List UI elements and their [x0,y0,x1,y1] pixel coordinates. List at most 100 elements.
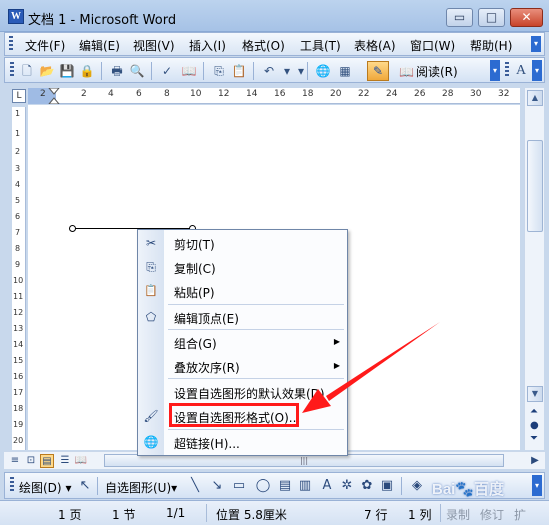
menu-tools[interactable]: 工具(T) [300,37,341,54]
tab-selector[interactable]: L [12,89,26,103]
print-layout-view-icon[interactable]: ▤ [40,454,54,468]
insert-hyperlink-icon[interactable]: 🌐 [315,63,331,79]
open-folder-icon[interactable]: 📂 [39,63,55,79]
new-document-icon[interactable]: 🗋 [19,63,35,79]
indent-marker-icon[interactable] [48,88,60,104]
ruler-number: 6 [15,212,21,221]
status-separator [440,504,441,522]
autoshapes-menu-button[interactable]: 自选图形(U)▾ [105,479,177,496]
menu-item-group[interactable]: 组合(G) ▶ [138,331,347,353]
formatting-overflow-chevron[interactable]: ▾ [532,60,542,81]
wordart-icon[interactable]: A [319,478,335,494]
ruler-number: 8 [164,89,170,99]
maximize-button[interactable]: □ [478,8,505,27]
vertical-scrollbar[interactable]: ▲ ▼ ⏶ ● ⏷ [524,88,544,450]
rectangle-tool-icon[interactable]: ▭ [231,478,247,494]
web-view-icon[interactable]: ⊡ [24,454,38,468]
status-record[interactable]: 录制 [446,506,470,523]
copy-icon[interactable]: ⎘ [211,63,227,79]
normal-view-icon[interactable]: ≡ [8,454,22,468]
ruler-number: 7 [15,228,21,237]
permission-icon[interactable]: 🔒 [79,63,95,79]
vertical-ruler[interactable]: 1 1 2 3 4 5 6 7 8 9 10 11 12 13 14 15 16… [12,107,26,450]
menu-grip-handle[interactable] [9,36,13,52]
menu-item-cut[interactable]: ✂ 剪切(T) [138,232,347,254]
vertical-scroll-thumb[interactable] [527,140,543,232]
scroll-up-button[interactable]: ▲ [527,90,543,106]
menu-item-hyperlink[interactable]: 🌐 超链接(H)... [138,431,347,453]
outline-view-icon[interactable]: ☰ [58,454,72,468]
word-app-icon[interactable]: W [8,9,24,24]
undo-icon[interactable]: ↶ [261,63,277,79]
drawing-toggle-icon[interactable]: ✎ [367,61,389,81]
menu-format[interactable]: 格式(O) [242,37,285,54]
menu-item-paste[interactable]: 📋 粘贴(P) [138,280,347,302]
insert-picture-icon[interactable]: ▣ [379,478,395,494]
menu-view[interactable]: 视图(V) [133,37,175,54]
arrow-tool-icon[interactable]: ↘ [209,478,225,494]
status-extend[interactable]: 扩 [514,506,526,523]
menu-file[interactable]: 文件(F) [25,37,65,54]
shape-start-handle[interactable] [69,225,76,232]
next-page-icon[interactable]: ⏷ [530,433,538,444]
select-objects-icon[interactable]: ↖ [77,478,93,494]
ruler-number: 24 [386,89,398,99]
oval-tool-icon[interactable]: ◯ [255,478,271,494]
reading-view-icon[interactable]: 📖 [74,454,88,468]
ruler-number: 14 [246,89,258,99]
print-icon[interactable]: 🖶 [109,63,125,79]
print-preview-icon[interactable]: 🔍 [129,63,145,79]
read-button[interactable]: 📖 阅读(R) [399,63,458,80]
status-track-changes[interactable]: 修订 [480,506,504,523]
scroll-right-button[interactable]: ▶ [528,454,542,468]
fill-color-icon[interactable]: ◈ [409,478,425,494]
vertical-textbox-icon[interactable]: ▥ [297,478,313,494]
toolbar-overflow-chevron[interactable]: ▾ [490,60,500,81]
menu-item-order[interactable]: 叠放次序(R) ▶ [138,355,347,377]
toolbar-separator [401,477,402,495]
clip-art-icon[interactable]: ✿ [359,478,375,494]
menu-item-edit-points[interactable]: ⬠ 编辑顶点(E) [138,306,347,328]
research-icon[interactable]: 📖 [181,63,197,79]
drawbar-grip-handle[interactable] [10,477,14,493]
ruler-number: 4 [108,89,114,99]
format-shape-icon: 🖌 [143,409,159,423]
toolbar-grip-handle[interactable] [10,62,14,78]
close-button[interactable]: ✕ [510,8,543,27]
menu-item-default-autoshape[interactable]: 设置自选图形的默认效果(D) [138,381,347,403]
spelling-check-icon[interactable]: ✓ [159,63,175,79]
horizontal-ruler[interactable]: 2 2 4 6 8 10 12 14 16 18 20 22 24 26 28 … [28,88,520,104]
toolbar2-grip-handle[interactable] [505,62,509,78]
menu-window[interactable]: 窗口(W) [410,37,455,54]
drawbar-overflow-chevron[interactable]: ▾ [532,475,542,496]
menu-table[interactable]: 表格(A) [354,37,396,54]
textbox-tool-icon[interactable]: ▤ [277,478,293,494]
menu-edit[interactable]: 编辑(E) [79,37,120,54]
diagram-icon[interactable]: ✲ [339,478,355,494]
ruler-number: 26 [414,89,426,99]
menu-insert[interactable]: 插入(I) [189,37,226,54]
draw-menu-button[interactable]: 绘图(D) ▾ [19,479,71,496]
read-mode-icon: 📖 [399,65,414,79]
ruler-number: 1 [15,129,21,138]
font-size-grow-icon[interactable]: A [513,63,529,79]
horizontal-scrollbar[interactable]: ||| [96,454,526,468]
menu-item-copy[interactable]: ⎘ 复制(C) [138,256,347,278]
scroll-down-button[interactable]: ▼ [527,386,543,402]
ruler-number: 18 [302,89,314,99]
save-icon[interactable]: 💾 [59,63,75,79]
minimize-button[interactable]: ▭ [446,8,473,27]
ruler-number: 9 [15,260,21,269]
read-label: 阅读(R) [415,65,458,79]
tables-borders-icon[interactable]: ▦ [337,63,353,79]
paste-icon[interactable]: 📋 [231,63,247,79]
ruler-number: 2 [40,89,46,99]
dropdown-arrow-icon: ▾ [65,481,72,495]
menu-overflow-chevron[interactable]: ▾ [531,36,541,52]
menu-help[interactable]: 帮助(H) [470,37,512,54]
menu-item-label: 设置自选图形的默认效果(D) [174,387,325,401]
line-tool-icon[interactable]: ╲ [187,478,203,494]
browse-object-icon[interactable]: ● [530,420,539,431]
menu-separator [168,378,344,379]
previous-page-icon[interactable]: ⏶ [530,406,538,417]
